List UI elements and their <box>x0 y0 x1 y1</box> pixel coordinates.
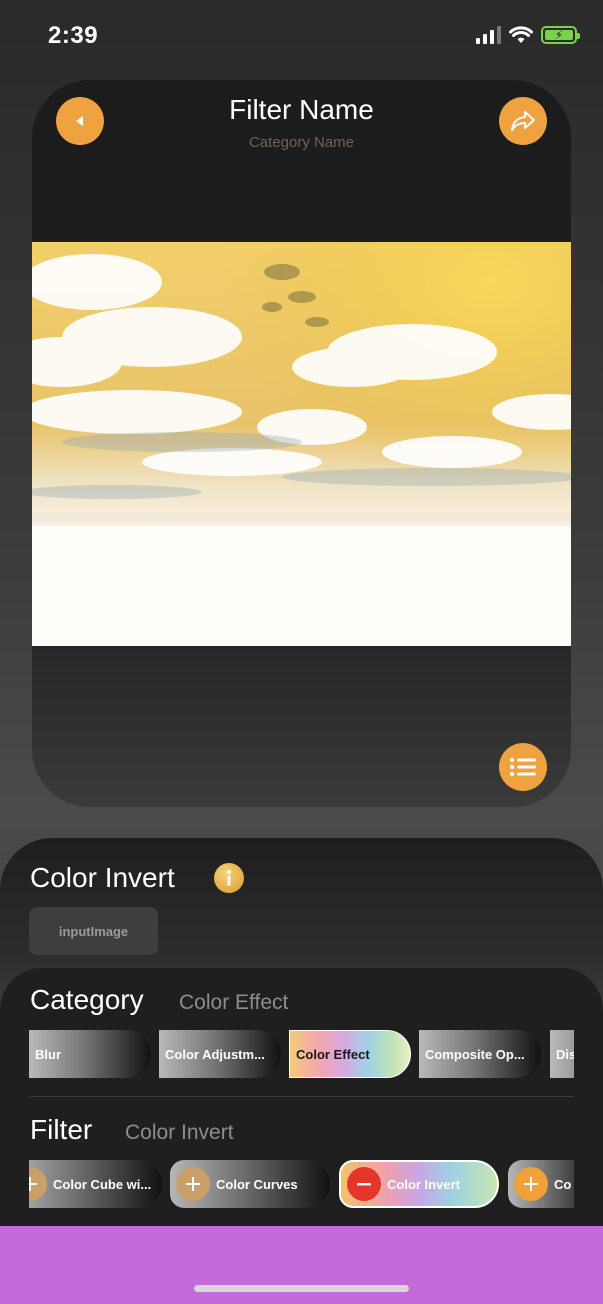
selection-panel: Category Color Effect Blur Color Adjustm… <box>0 968 603 1228</box>
filter-chip-label: Color Invert <box>387 1176 460 1192</box>
filter-chip-next[interactable]: Co <box>508 1160 574 1208</box>
category-chip-color-effect[interactable]: Color Effect <box>289 1030 411 1078</box>
category-value: Color Effect <box>179 991 289 1014</box>
divider <box>29 1096 574 1097</box>
category-name-subtitle: Category Name <box>248 134 355 151</box>
filter-value: Color Invert <box>125 1121 234 1144</box>
filter-chip-color-cube[interactable]: Color Cube wi... <box>29 1160 162 1208</box>
status-bar: 2:39 ⚡ <box>0 0 603 70</box>
cellular-signal-icon <box>476 26 501 44</box>
filter-info-title: Color Invert <box>30 862 175 893</box>
wifi-icon <box>509 26 533 43</box>
minus-icon <box>347 1167 381 1201</box>
filter-chip-label: Color Curves <box>216 1176 298 1192</box>
plus-icon <box>176 1167 210 1201</box>
home-indicator[interactable] <box>194 1285 409 1292</box>
plus-icon <box>29 1167 47 1201</box>
home-indicator-area <box>0 1226 603 1304</box>
status-time: 2:39 <box>48 22 99 49</box>
inverted-sky-image <box>32 242 571 646</box>
filter-name-title: Filter Name <box>229 94 374 125</box>
status-icons: ⚡ <box>476 26 580 44</box>
battery-charging-icon: ⚡ <box>541 26 580 44</box>
info-icon[interactable] <box>214 863 244 893</box>
filter-chip-label: Color Cube wi... <box>53 1176 152 1192</box>
category-chip-blur[interactable]: Blur <box>29 1030 151 1078</box>
filter-chip-label: Co <box>554 1176 572 1192</box>
category-chip-composite-operation[interactable]: Composite Op... <box>419 1030 541 1078</box>
filter-preview-card: Filter Name Category Name <box>32 80 571 807</box>
filter-chip-list[interactable]: Color Cube wi... Color Curves Color Inve… <box>29 1160 574 1212</box>
filter-chip-color-invert[interactable]: Color Invert <box>339 1160 499 1208</box>
filter-label: Filter <box>30 1114 93 1145</box>
filter-list-button[interactable] <box>499 743 547 791</box>
category-label: Category <box>30 984 144 1015</box>
share-button[interactable] <box>499 97 547 145</box>
filter-chip-color-curves[interactable]: Color Curves <box>170 1160 330 1208</box>
filtered-photo <box>32 242 571 646</box>
plus-icon <box>514 1167 548 1201</box>
category-chip-color-adjustment[interactable]: Color Adjustm... <box>159 1030 281 1078</box>
input-image-chip[interactable]: inputImage <box>29 907 158 955</box>
category-chip-distortion[interactable]: Dis <box>550 1030 574 1078</box>
share-icon <box>511 111 535 131</box>
list-icon <box>509 757 536 777</box>
category-chip-list[interactable]: Blur Color Adjustm... Color Effect Compo… <box>29 1030 574 1082</box>
